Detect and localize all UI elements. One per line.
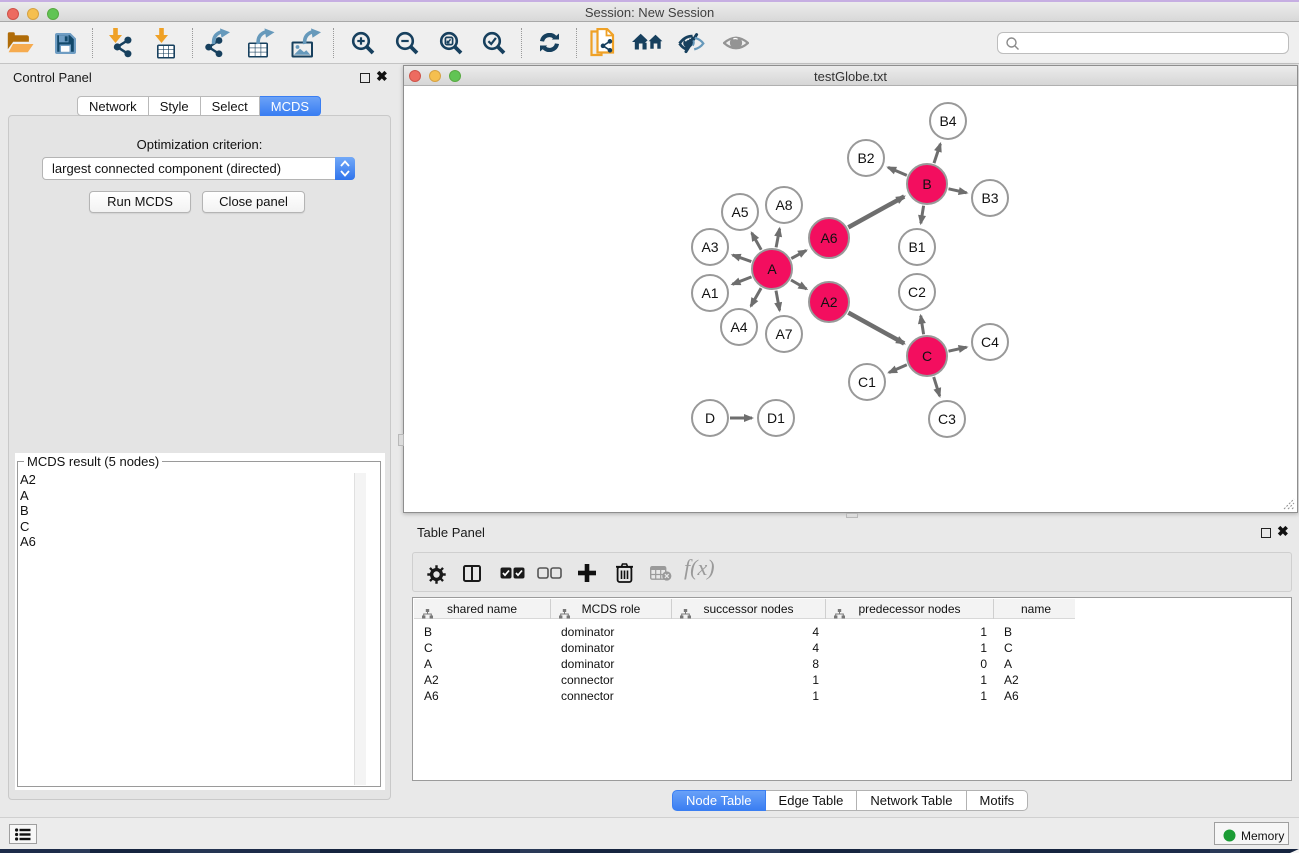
svg-text:B: B [922,176,931,192]
svg-text:A2: A2 [820,294,837,310]
svg-text:D1: D1 [767,410,785,426]
svg-text:A8: A8 [775,197,792,213]
svg-text:B4: B4 [939,113,956,129]
svg-text:C4: C4 [981,334,999,350]
svg-text:A4: A4 [730,319,747,335]
svg-text:B2: B2 [857,150,874,166]
svg-text:D: D [705,410,715,426]
svg-text:A6: A6 [820,230,837,246]
svg-text:C1: C1 [858,374,876,390]
svg-text:C3: C3 [938,411,956,427]
svg-text:A3: A3 [701,239,718,255]
svg-text:C2: C2 [908,284,926,300]
svg-text:B3: B3 [981,190,998,206]
svg-text:A1: A1 [701,285,718,301]
svg-text:A5: A5 [731,204,748,220]
svg-text:A7: A7 [775,326,792,342]
svg-text:B1: B1 [908,239,925,255]
svg-text:A: A [767,261,777,277]
svg-text:C: C [922,348,932,364]
